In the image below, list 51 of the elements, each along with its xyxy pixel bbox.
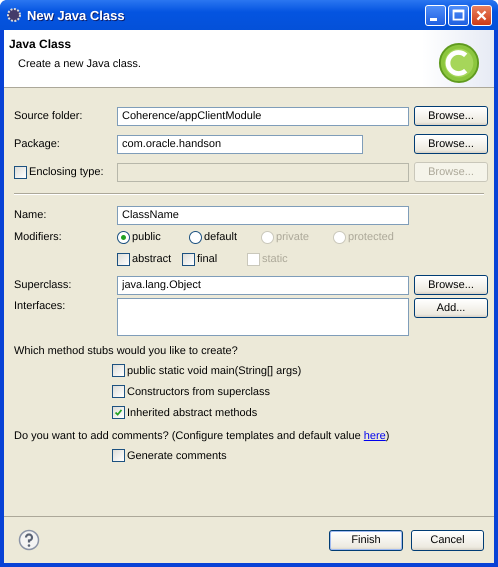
- interfaces-list[interactable]: [117, 298, 409, 336]
- add-button[interactable]: Add...: [414, 298, 488, 318]
- dialog-button[interactable]: Finish: [329, 530, 403, 550]
- radio-button[interactable]: [189, 230, 202, 244]
- here-link[interactable]: here: [364, 430, 386, 442]
- field-label: Name:: [14, 209, 48, 221]
- text-field[interactable]: Coherence/appClientModule: [117, 106, 409, 126]
- field-label: Package:: [14, 138, 61, 150]
- app-icon: [6, 7, 22, 23]
- field-label: Source folder:: [14, 110, 84, 122]
- checkbox-label: Constructors from superclass: [127, 386, 270, 398]
- radio-button[interactable]: [117, 230, 130, 244]
- page-description: Create a new Java class.: [17, 58, 141, 70]
- checkbox-label: final: [197, 253, 218, 265]
- checkbox[interactable]: [182, 252, 195, 266]
- checkbox[interactable]: [14, 166, 27, 178]
- browse-button[interactable]: Browse...: [414, 275, 488, 295]
- checkbox-label: Generate comments: [127, 450, 227, 462]
- checkbox[interactable]: [112, 364, 125, 377]
- minimize-button[interactable]: [425, 4, 446, 26]
- radio-label: private: [276, 231, 310, 243]
- text-field[interactable]: com.oracle.handson: [117, 134, 363, 154]
- class-icon: [438, 42, 480, 84]
- window-title: New Java Class: [27, 8, 126, 22]
- page-title: Java Class: [9, 37, 72, 51]
- close-button[interactable]: [471, 4, 492, 26]
- checkbox-label: abstract: [132, 253, 172, 265]
- field-label: Modifiers:: [14, 231, 63, 243]
- radio-label: protected: [348, 231, 394, 243]
- dialog-button[interactable]: Cancel: [411, 530, 484, 550]
- text-field[interactable]: java.lang.Object: [117, 276, 409, 294]
- checkbox-label: public static void main(String[] args): [127, 364, 302, 376]
- checkbox-label: static: [262, 253, 288, 265]
- radio-label: default: [204, 231, 238, 243]
- field-label: Superclass:: [14, 279, 72, 291]
- browse-button[interactable]: Browse...: [414, 106, 488, 126]
- help-icon[interactable]: [18, 529, 40, 551]
- checkbox-label: Inherited abstract methods: [127, 406, 258, 418]
- checkbox-label: Enclosing type:: [29, 166, 104, 178]
- text-field[interactable]: ClassName: [117, 206, 409, 224]
- field-label: Interfaces:: [14, 299, 66, 312]
- checkbox[interactable]: [112, 449, 125, 462]
- checkbox[interactable]: [112, 406, 125, 419]
- browse-button[interactable]: Browse...: [414, 134, 488, 154]
- comments-question: Do you want to add comments? (Configure templates and default value here): [14, 429, 390, 444]
- checkbox[interactable]: [112, 385, 125, 398]
- minimize-icon: [430, 18, 436, 20]
- stubs-question: Which method stubs would you like to create?: [14, 344, 239, 359]
- radio-label: public: [132, 231, 161, 243]
- maximize-button[interactable]: [448, 4, 469, 26]
- checkbox[interactable]: [117, 252, 130, 266]
